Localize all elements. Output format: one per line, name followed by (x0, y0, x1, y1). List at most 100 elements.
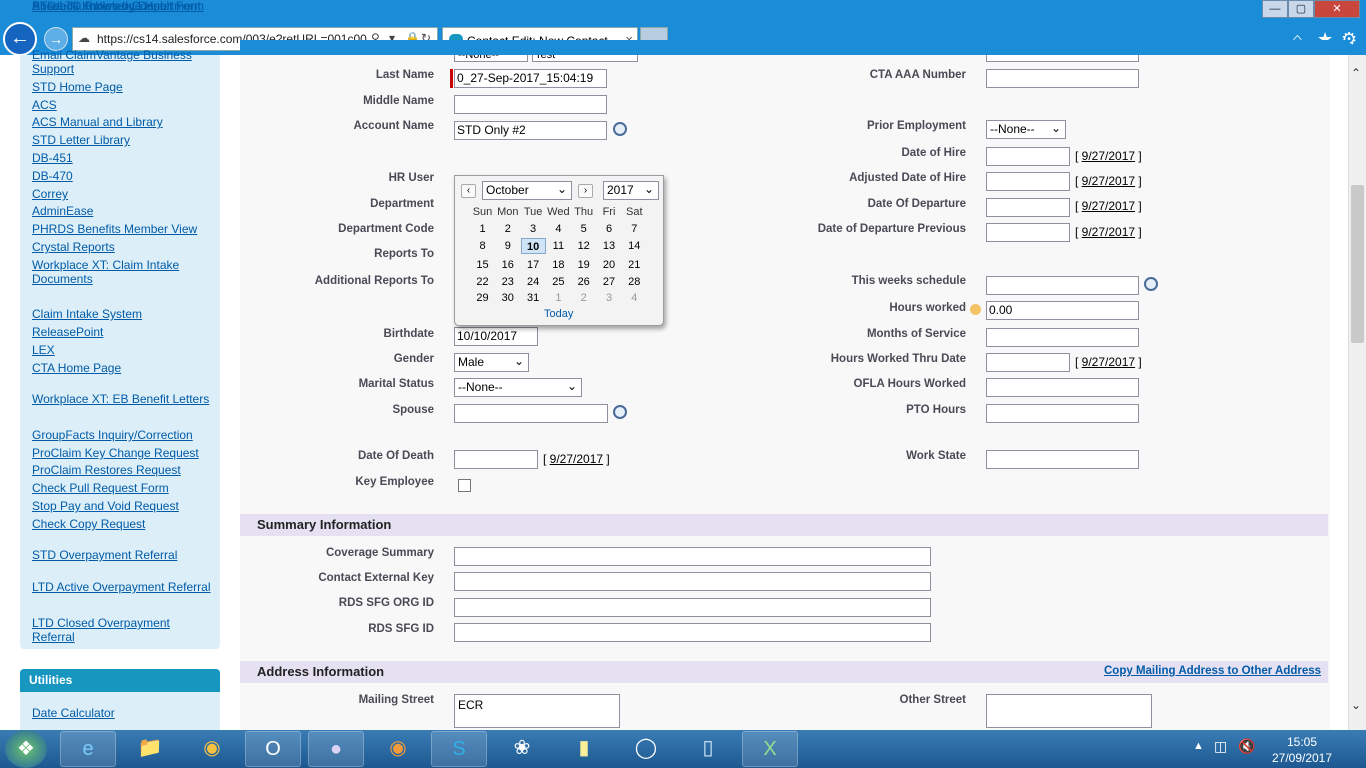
lookup-magnifier-icon[interactable] (613, 122, 627, 136)
calendar-day[interactable]: 4 (622, 290, 647, 306)
lookup-magnifier-icon[interactable] (613, 405, 627, 419)
prior-employment-select[interactable]: --None-- ⌄ (986, 120, 1066, 139)
scroll-down-icon[interactable]: ⌄ (1351, 698, 1361, 712)
calendar-day[interactable]: 24 (521, 274, 546, 290)
calendar-day[interactable]: 23 (495, 274, 520, 290)
calendar-day[interactable]: 11 (546, 238, 571, 254)
sidebar-link[interactable]: Crystal Reports (32, 240, 212, 255)
date-of-departure-previous-today-link[interactable]: [ 9/27/2017 ] (1075, 225, 1142, 239)
sidebar-link[interactable]: ACS Manual and Library (32, 115, 212, 130)
sidebar-link[interactable]: Stop Pay and Void Request (32, 499, 212, 514)
pto-hours-input[interactable] (986, 404, 1139, 423)
rds-sfg-org-id-input[interactable] (454, 598, 931, 617)
gender-select[interactable]: Male ⌄ (454, 353, 529, 372)
calendar-day[interactable]: 31 (521, 290, 546, 306)
sidebar-link[interactable]: ProClaim Restores Request (32, 463, 212, 478)
spouse-input[interactable] (454, 404, 608, 423)
network-icon[interactable]: ◫ (1214, 738, 1227, 755)
scrollbar-thumb[interactable] (1351, 185, 1364, 343)
globe-app-icon[interactable]: ◯ (618, 731, 674, 767)
maximize-icon[interactable]: ▢ (1288, 0, 1314, 18)
outlook-icon[interactable]: O (245, 731, 301, 767)
adjusted-date-of-hire-today-link[interactable]: [ 9/27/2017 ] (1075, 174, 1142, 188)
calendar-day[interactable]: 9 (495, 238, 520, 254)
sidebar-link[interactable]: DB-470 (32, 169, 212, 184)
sidebar-link[interactable]: Correy (32, 187, 212, 202)
sidebar-link[interactable]: ProClaim Key Change Request (32, 446, 212, 461)
hours-worked-thru-today-link[interactable]: [ 9/27/2017 ] (1075, 355, 1142, 369)
calendar-day[interactable]: 18 (546, 257, 571, 273)
calendar-day[interactable]: 5 (571, 221, 596, 237)
date-of-hire-today-link[interactable]: [ 9/27/2017 ] (1075, 149, 1142, 163)
excel-icon[interactable]: X (742, 731, 798, 767)
sidebar-link[interactable]: DB-451 (32, 151, 212, 166)
chrome-icon[interactable]: ◉ (184, 731, 240, 767)
birthdate-input[interactable]: 10/10/2017 (454, 327, 538, 346)
calendar-day[interactable]: 19 (571, 257, 596, 273)
minimize-icon[interactable]: — (1262, 0, 1288, 18)
lookup-magnifier-icon[interactable] (1144, 277, 1158, 291)
sidebar-link[interactable]: LEX (32, 343, 212, 358)
calendar-day[interactable]: 3 (521, 221, 546, 237)
coverage-summary-input[interactable] (454, 547, 931, 566)
hours-worked-thru-date-input[interactable] (986, 353, 1070, 372)
calendar-day[interactable]: 21 (622, 257, 647, 273)
mailing-street-textarea[interactable]: ECR (454, 694, 620, 728)
file-explorer-icon[interactable]: 📁 (122, 731, 178, 767)
marital-status-select[interactable]: --None-- ⌄ (454, 378, 582, 397)
sticky-notes-icon[interactable]: ▮ (556, 731, 612, 767)
contact-external-key-input[interactable] (454, 572, 931, 591)
calendar-day[interactable]: 10 (520, 238, 546, 254)
calendar-day[interactable]: 4 (546, 221, 571, 237)
sidebar-link[interactable]: Workplace XT: EB Benefit Letters (32, 392, 212, 407)
cta-aaa-number-input[interactable] (986, 69, 1139, 88)
copy-mailing-address-link[interactable]: Copy Mailing Address to Other Address (1104, 665, 1321, 677)
sidebar-link[interactable]: STD Overpayment Referral (32, 548, 212, 563)
date-of-hire-input[interactable] (986, 147, 1070, 166)
sidebar-link[interactable]: STD/LTD Rollover Consult Form (32, 0, 212, 14)
calendar-day[interactable]: 3 (597, 290, 622, 306)
notepad-icon[interactable]: ▯ (680, 731, 736, 767)
date-of-death-today-link[interactable]: [ 9/27/2017 ] (543, 452, 610, 466)
month-select[interactable]: October ⌄ (482, 181, 572, 200)
calendar-day[interactable]: 1 (470, 221, 495, 237)
calendar-day[interactable]: 12 (571, 238, 596, 254)
sidebar-link[interactable]: Claim Intake System (32, 307, 212, 322)
sidebar-link[interactable]: ACS (32, 98, 212, 113)
calendar-day[interactable]: 15 (470, 257, 495, 273)
sidebar-link[interactable]: PHRDS Benefits Member View (32, 222, 212, 237)
calendar-day[interactable]: 29 (470, 290, 495, 306)
work-state-input[interactable] (986, 450, 1139, 469)
other-street-textarea[interactable] (986, 694, 1152, 728)
next-month-icon[interactable]: › (578, 184, 593, 198)
account-name-input[interactable]: STD Only #2 (454, 121, 607, 140)
eclipse-icon[interactable]: ● (308, 731, 364, 767)
hours-worked-input[interactable]: 0.00 (986, 301, 1139, 320)
calendar-day[interactable]: 6 (597, 221, 622, 237)
system-clock[interactable]: 15:05 27/09/2017 (1270, 734, 1334, 766)
sidebar-link[interactable]: CTA Home Page (32, 361, 212, 376)
this-weeks-schedule-input[interactable] (986, 276, 1139, 295)
scroll-up-icon[interactable]: ⌃ (1351, 66, 1361, 80)
help-icon[interactable] (970, 304, 981, 315)
sidebar-link[interactable]: LTD Closed Overpayment Referral (32, 616, 212, 644)
middle-name-input[interactable] (454, 95, 607, 114)
months-of-service-input[interactable] (986, 328, 1139, 347)
calendar-day[interactable]: 17 (521, 257, 546, 273)
calendar-day[interactable]: 25 (546, 274, 571, 290)
calendar-day[interactable]: 2 (495, 221, 520, 237)
sidebar-link[interactable]: Check Pull Request Form (32, 481, 212, 496)
start-button[interactable]: ❖ (5, 730, 47, 768)
sidebar-link[interactable]: Workplace XT: Claim Intake Documents (32, 258, 212, 286)
date-of-departure-input[interactable] (986, 198, 1070, 217)
calendar-day[interactable]: 16 (495, 257, 520, 273)
key-employee-checkbox[interactable] (458, 479, 471, 492)
sidebar-link[interactable]: Check Copy Request (32, 517, 212, 532)
sidebar-link[interactable]: STD Home Page (32, 80, 212, 95)
volume-muted-icon[interactable]: 🔇 (1238, 738, 1255, 755)
sidebar-link[interactable]: Email ClaimVantage Business Support (32, 48, 212, 76)
calendar-day[interactable]: 28 (622, 274, 647, 290)
calendar-day[interactable]: 20 (597, 257, 622, 273)
tree-app-icon[interactable]: ❀ (494, 731, 550, 767)
sidebar-link[interactable]: AdminEase (32, 204, 212, 219)
